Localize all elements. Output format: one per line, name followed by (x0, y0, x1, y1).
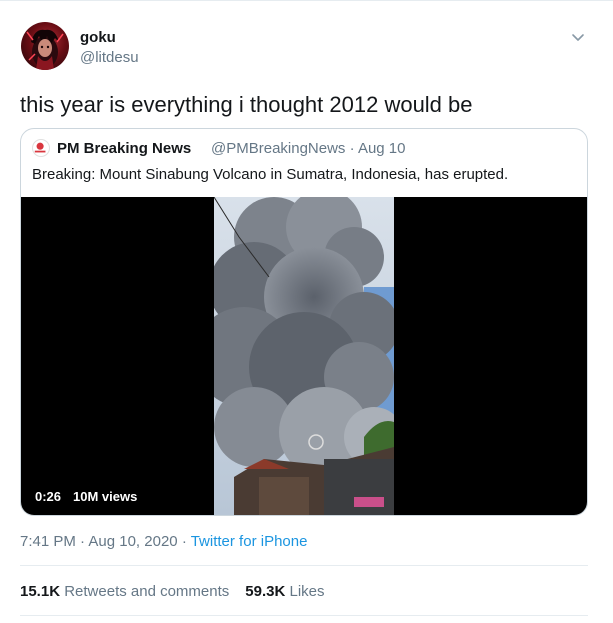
retweets-stat[interactable]: 15.1K Retweets and comments (20, 583, 229, 600)
video-duration: 0:26 (35, 489, 62, 504)
tweet-card: goku @litdesu this year is everything i … (0, 0, 613, 623)
tweet-time[interactable]: 7:41 PM (20, 533, 76, 550)
retweets-label: Retweets and comments (64, 583, 230, 600)
avatar-image (26, 29, 64, 70)
pm-breaking-news-logo (32, 139, 50, 157)
tweet-text: this year is everything i thought 2012 w… (20, 92, 473, 117)
author-handle[interactable]: @litdesu (80, 49, 139, 66)
separator: · (80, 533, 86, 550)
quoted-handle[interactable]: @PMBreakingNews (211, 140, 345, 157)
retweets-count: 15.1K (20, 583, 61, 600)
divider (20, 615, 588, 616)
video-views: 10M views (73, 489, 138, 504)
quoted-tweet[interactable]: PM Breaking News @PMBreakingNews · Aug 1… (20, 128, 588, 516)
separator: · (181, 533, 187, 550)
tweet-date[interactable]: Aug 10, 2020 (88, 533, 177, 550)
quoted-handle-date: @PMBreakingNews · Aug 10 (211, 140, 406, 157)
separator: · (349, 140, 355, 157)
likes-count: 59.3K (245, 583, 286, 600)
volcano-eruption-image (214, 197, 394, 515)
divider (20, 565, 588, 566)
video-player[interactable]: 0:26 10M views (21, 197, 587, 515)
chevron-down-icon[interactable] (570, 29, 586, 45)
quoted-display-name[interactable]: PM Breaking News (57, 140, 191, 157)
likes-label: Likes (289, 583, 325, 600)
avatar[interactable] (21, 22, 69, 70)
tweet-meta: 7:41 PM · Aug 10, 2020 · Twitter for iPh… (20, 533, 307, 550)
news-logo-icon (34, 142, 46, 153)
tweet-source-link[interactable]: Twitter for iPhone (191, 533, 308, 550)
quoted-tweet-text: Breaking: Mount Sinabung Volcano in Suma… (32, 166, 509, 183)
likes-stat[interactable]: 59.3K Likes (245, 583, 324, 600)
video-frame[interactable] (214, 197, 394, 515)
tweet-stats: 15.1K Retweets and comments 59.3K Likes (20, 583, 325, 600)
quoted-date[interactable]: Aug 10 (358, 140, 406, 157)
author-display-name[interactable]: goku (80, 29, 116, 46)
